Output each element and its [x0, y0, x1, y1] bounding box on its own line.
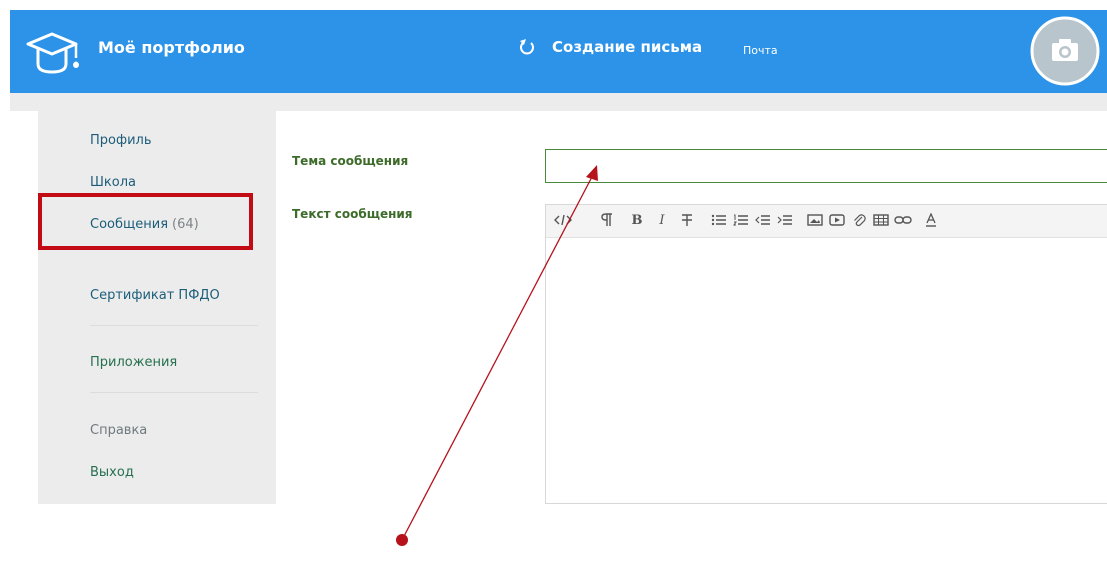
- outdent-icon[interactable]: [752, 209, 774, 231]
- table-icon[interactable]: [870, 209, 892, 231]
- app-title[interactable]: Моё портфолио: [98, 38, 245, 57]
- link-icon[interactable]: [892, 209, 914, 231]
- page-title: Создание письма: [552, 38, 703, 56]
- subject-label: Тема сообщения: [292, 154, 409, 168]
- image-icon[interactable]: [804, 209, 826, 231]
- page-subtitle[interactable]: Почта: [743, 44, 778, 57]
- messages-highlight-box: [38, 193, 253, 250]
- sidebar-item-apps[interactable]: Приложения: [90, 355, 177, 370]
- bold-icon[interactable]: B: [626, 209, 648, 231]
- attachment-icon[interactable]: [848, 209, 870, 231]
- sidebar-divider: [90, 392, 258, 393]
- subheader-band: [10, 93, 1107, 111]
- sidebar: [38, 111, 276, 504]
- code-view-icon[interactable]: [552, 209, 574, 231]
- message-editor: B I: [545, 204, 1107, 504]
- header-bar: Моё портфолио Создание письма Почта: [10, 10, 1107, 93]
- ordered-list-icon[interactable]: [730, 209, 752, 231]
- strikethrough-icon[interactable]: [676, 209, 698, 231]
- editor-text-area[interactable]: [546, 238, 1107, 503]
- sidebar-item-profile[interactable]: Профиль: [90, 133, 152, 148]
- sidebar-divider: [90, 325, 258, 326]
- sidebar-item-school[interactable]: Школа: [90, 175, 136, 190]
- editor-toolbar: B I: [546, 205, 1107, 238]
- avatar[interactable]: [1030, 16, 1100, 86]
- annotation-dot: [396, 534, 408, 546]
- unordered-list-icon[interactable]: [708, 209, 730, 231]
- subject-input[interactable]: [545, 149, 1107, 183]
- italic-icon[interactable]: I: [651, 209, 673, 231]
- sidebar-item-certificate[interactable]: Сертификат ПФДО: [90, 288, 220, 303]
- indent-icon[interactable]: [774, 209, 796, 231]
- back-icon[interactable]: [518, 36, 536, 58]
- font-color-icon[interactable]: [920, 209, 942, 231]
- sidebar-item-logout[interactable]: Выход: [90, 465, 134, 480]
- text-label: Текст сообщения: [292, 207, 413, 221]
- graduation-cap-icon[interactable]: [24, 26, 80, 82]
- sidebar-item-help[interactable]: Справка: [90, 423, 147, 438]
- video-icon[interactable]: [826, 209, 848, 231]
- paragraph-icon[interactable]: [596, 209, 618, 231]
